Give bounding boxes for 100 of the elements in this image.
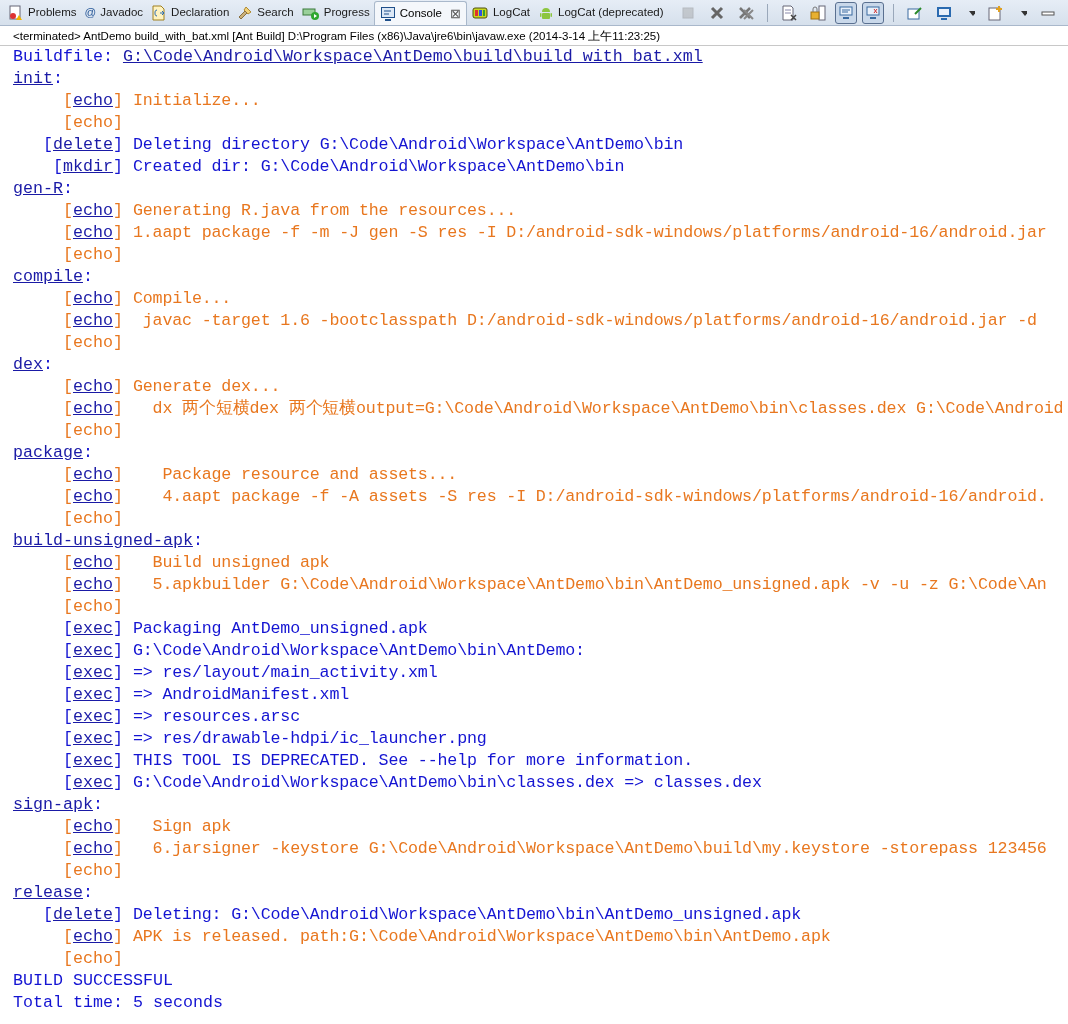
target-link[interactable]: dex [13,355,43,374]
tab-label: Console [399,5,442,21]
bracket: ] [112,333,123,352]
task-link[interactable]: echo [72,91,113,110]
bracket: [ [62,91,73,110]
task-link[interactable]: exec [72,729,113,748]
task-link[interactable]: echo [72,487,113,506]
task-link[interactable]: echo [72,311,113,330]
target-colon: : [92,795,103,814]
bracket: [ [62,619,73,638]
task-link[interactable]: exec [72,751,113,770]
task-link[interactable]: echo [72,465,113,484]
monitor-icon[interactable] [835,1,857,24]
bracket: [ [62,685,73,704]
tab[interactable]: Declaration [147,1,234,25]
bracket: ] [112,817,123,836]
console-message: THIS TOOL IS DEPRECATED. See --help for more information. [132,751,693,770]
android-icon [538,5,555,21]
task-link[interactable]: echo [72,377,113,396]
console-message: 1.aapt package -f -m -J gen -S res -I D:/android-sdk-windows/platforms/android-16/android.jar [132,223,1047,242]
problems-icon [8,5,24,21]
task-link[interactable]: exec [72,641,113,660]
target-link[interactable]: release [13,883,83,902]
bracket: [ [62,839,73,858]
console-message: Generating R.java from the resources... [132,201,517,220]
console-message: Total time: 5 seconds [13,993,223,1012]
target-link[interactable]: init [13,69,53,88]
target-link[interactable]: package [13,443,83,462]
monitor-icon[interactable] [862,1,884,24]
bracket: ] [112,201,123,220]
task-link[interactable]: echo [72,817,113,836]
bracket: ] [112,465,123,484]
bracket: [ [62,223,73,242]
task-link[interactable]: delete [53,905,113,924]
bracket: [ [62,509,73,528]
tab-label: Problems [28,5,77,21]
task-link[interactable]: echo [72,289,113,308]
tab[interactable]: @ Javadoc [80,1,148,25]
task-link[interactable]: exec [72,663,113,682]
bracket: ] [112,223,123,242]
tab-label: LogCat [492,5,531,21]
task-link[interactable]: echo [72,399,113,418]
task-link[interactable]: echo [72,839,113,858]
bracket: [ [62,817,73,836]
tab[interactable]: LogCat [466,1,535,25]
bracket: [ [62,663,73,682]
bracket: [ [62,575,73,594]
bracket: ] [112,311,123,330]
bracket: [ [43,905,53,924]
bracket: [ [52,157,63,176]
bracket: [ [62,201,73,220]
target-link[interactable]: gen-R [13,179,63,198]
task-link[interactable]: echo [72,223,113,242]
tab[interactable]: Problems [4,1,81,25]
console-message: 5.apkbuilder G:\Code\Android\Workspace\AntDemo\bin\AntDemo_unsigned.apk -v -u -z G:\Code\An [151,575,1047,594]
monitor-icon [379,5,396,22]
bracket: [ [62,641,73,660]
console-message: Deleting: G:\Code\Android\Workspace\AntDemo\bin\AntDemo_unsigned.apk [132,905,802,924]
bracket: ] [112,949,123,968]
bracket: ] [112,553,123,572]
target-colon: : [192,531,203,550]
task-link[interactable]: delete [53,135,113,154]
bracket: ] [112,399,123,418]
target-colon: : [53,69,63,88]
bracket: ] [112,839,123,858]
task-link[interactable]: echo [72,927,113,946]
close-icon[interactable]: ⊠ [449,3,461,24]
bracket: [ [62,245,73,264]
console-message: Sign apk [151,817,232,836]
bracket: [ [43,135,53,154]
buildfile-link[interactable]: G:\Code\Android\Workspace\AntDemo\build\build_with_bat.xml [122,47,703,66]
bracket: ] [112,509,123,528]
console-message: => AndroidManifest.xml [132,685,350,704]
task-link[interactable]: exec [72,619,113,638]
bracket: ] [112,597,123,616]
tab[interactable]: Search [233,1,298,25]
tab[interactable]: LogCat (deprecated) [534,1,668,25]
bracket: [ [62,487,73,506]
console-message: G:\Code\Android\Workspace\AntDemo\bin\AntDemo: [132,641,585,660]
target-link[interactable]: sign-apk [13,795,93,814]
console-message: Compile... [132,289,232,308]
task-link[interactable]: exec [72,707,113,726]
tab[interactable]: Progress [297,1,374,25]
bracket: [ [62,333,73,352]
bracket: ] [112,751,123,770]
target-link[interactable]: compile [13,267,83,286]
tab-label: Javadoc [100,5,144,21]
task-link[interactable]: echo [72,553,113,572]
bracket: [ [62,465,73,484]
tab[interactable]: Console ⊠ [373,1,467,25]
target-link[interactable]: build-unsigned-apk [13,531,193,550]
task-link[interactable]: exec [72,773,113,792]
task-link[interactable]: echo [72,575,113,594]
console-message: dx 两个短横dex 两个短横output=G:\Code\Android\Workspace\AntDemo\bin\classes.dex G:\Code\Android [151,399,1064,418]
task-link[interactable]: exec [72,685,113,704]
task-link[interactable]: mkdir [62,157,113,176]
bracket: [ [62,729,73,748]
task-name: echo [72,861,113,880]
task-link[interactable]: echo [72,201,113,220]
bracket: ] [112,377,123,396]
